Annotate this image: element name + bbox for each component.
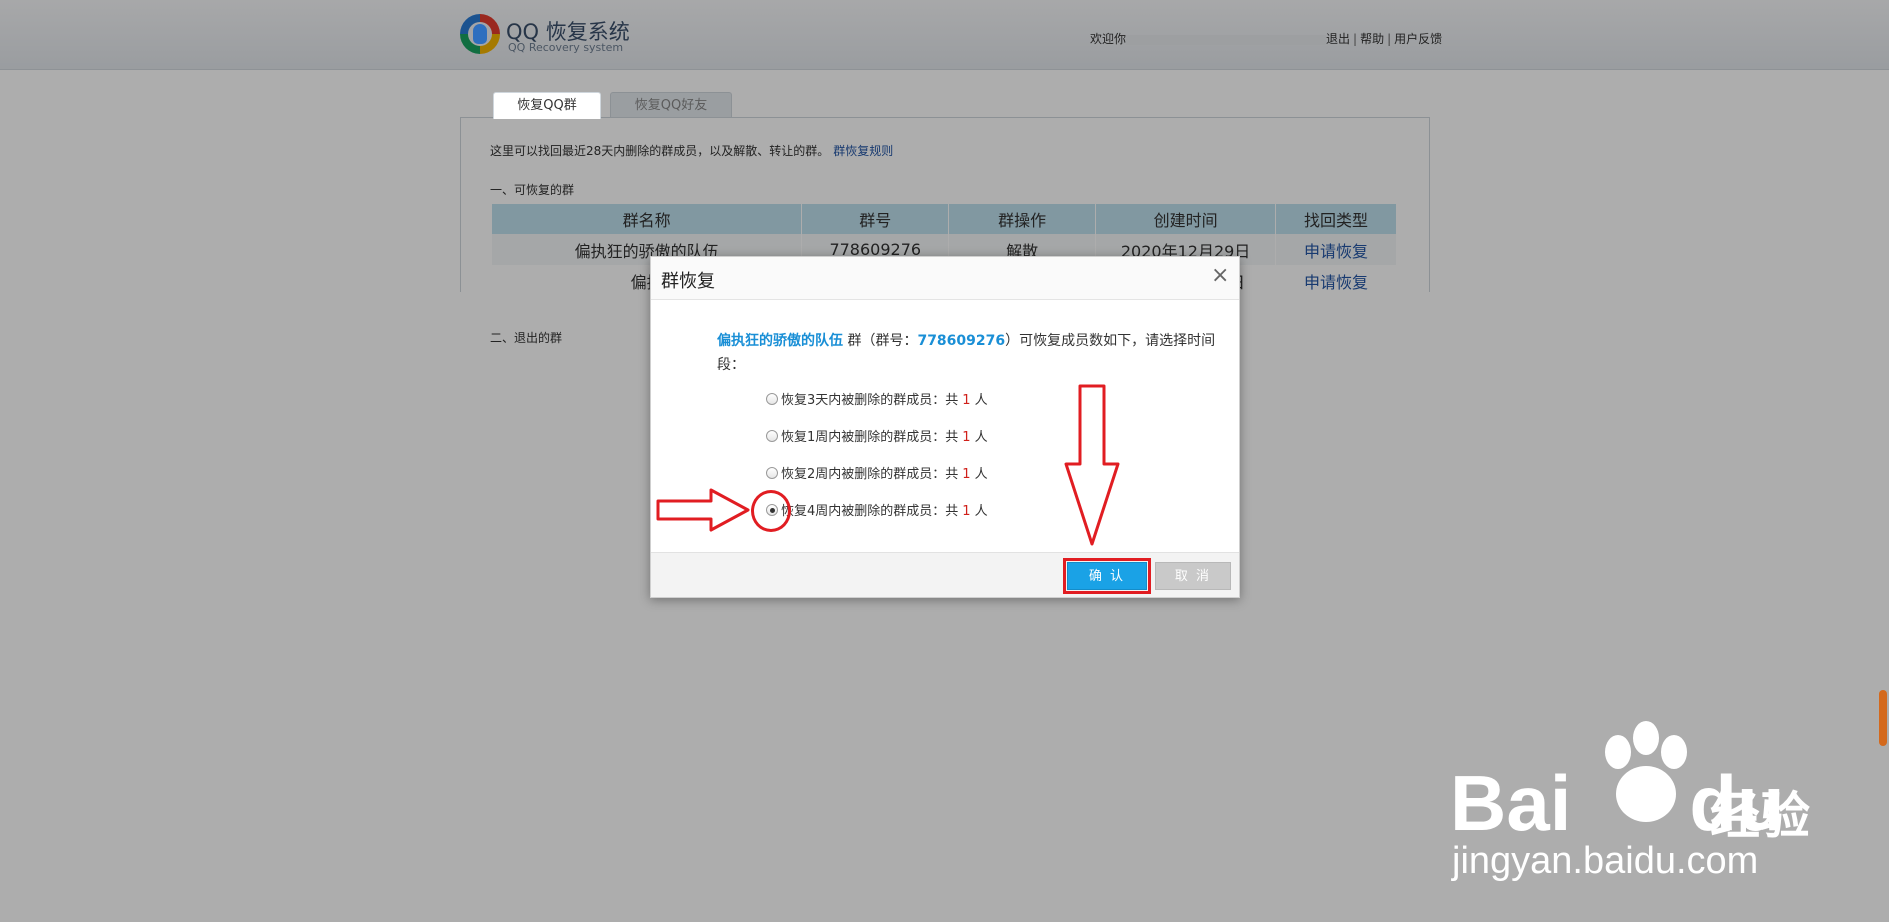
watermark-cn: 经验 <box>1710 787 1810 845</box>
option-1-week[interactable]: 恢复1周内被删除的群成员：共 1 人 <box>766 426 988 445</box>
option-4-weeks[interactable]: 恢复4周内被删除的群成员：共 1 人 <box>766 500 988 519</box>
option-count: 1 <box>962 430 971 445</box>
option-count: 1 <box>962 504 971 519</box>
cancel-button[interactable]: 取 消 <box>1155 562 1231 590</box>
tab-recover-group[interactable]: 恢复QQ群 <box>493 92 601 119</box>
group-recovery-dialog: 群恢复 × 偏执狂的骄傲的队伍 群（群号：778609276）可恢复成员数如下，… <box>650 256 1240 598</box>
option-label: 恢复1周内被删除的群成员：共 <box>781 430 959 445</box>
option-unit: 人 <box>974 430 988 445</box>
dialog-group-id: 778609276 <box>917 333 1006 349</box>
option-label: 恢复4周内被删除的群成员：共 <box>781 504 959 519</box>
penguin-icon <box>473 24 487 44</box>
option-count: 1 <box>962 393 971 408</box>
arrow-down-icon <box>1064 384 1120 546</box>
option-label: 恢复2周内被删除的群成员：共 <box>781 467 959 482</box>
watermark-url: jingyan.baidu.com <box>1452 840 1759 882</box>
close-icon[interactable]: × <box>1211 265 1229 287</box>
dialog-description: 偏执狂的骄傲的队伍 群（群号：778609276）可恢复成员数如下，请选择时间段… <box>717 329 1217 377</box>
option-unit: 人 <box>974 504 988 519</box>
option-2-weeks[interactable]: 恢复2周内被删除的群成员：共 1 人 <box>766 463 988 482</box>
radio-button[interactable] <box>766 393 778 405</box>
dialog-header: 群恢复 × <box>651 257 1239 300</box>
scroll-handle[interactable] <box>1879 690 1887 746</box>
radio-button[interactable] <box>766 430 778 442</box>
radio-button[interactable] <box>766 467 778 479</box>
option-unit: 人 <box>974 467 988 482</box>
dialog-group-name: 偏执狂的骄傲的队伍 <box>717 333 843 349</box>
baidu-jingyan-watermark: Bai du 经验 jingyan.baidu.com <box>1440 700 1880 882</box>
radio-highlight-circle <box>751 490 791 532</box>
arrow-right-icon <box>656 488 750 532</box>
option-label: 恢复3天内被删除的群成员：共 <box>781 393 959 408</box>
dialog-desc-mid: 群（群号： <box>843 333 918 349</box>
confirm-highlight-box <box>1063 558 1151 594</box>
option-3-days[interactable]: 恢复3天内被删除的群成员：共 1 人 <box>766 389 988 408</box>
option-count: 1 <box>962 467 971 482</box>
option-unit: 人 <box>974 393 988 408</box>
dialog-title: 群恢复 <box>661 271 715 292</box>
